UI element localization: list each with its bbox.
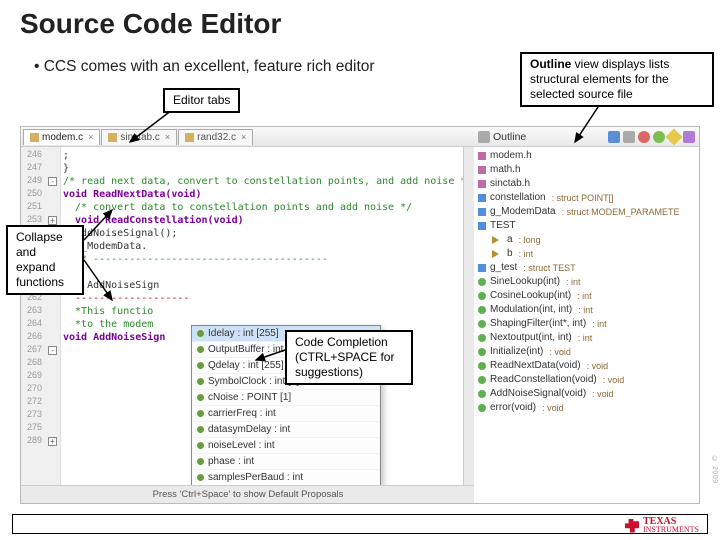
outline-item[interactable]: SineLookup(int): int	[478, 275, 697, 289]
editor-hint-bar: Press 'Ctrl+Space' to show Default Propo…	[21, 485, 475, 503]
outline-kind-icon	[478, 320, 486, 328]
outline-header: Outline	[474, 127, 699, 147]
completion-item[interactable]: cNoise : POINT [1]	[192, 390, 380, 406]
editor-tabs: modem.c×sinctab.c×rand32.c×	[21, 127, 475, 147]
c-file-icon	[30, 133, 39, 142]
member-icon	[197, 362, 204, 369]
c-file-icon	[185, 133, 194, 142]
close-icon[interactable]: ×	[241, 132, 246, 142]
member-icon	[197, 474, 204, 481]
outline-hide-static-icon[interactable]	[653, 131, 665, 143]
screenshot-stage: modem.c×sinctab.c×rand32.c× 246247249-25…	[20, 126, 700, 504]
outline-sort-icon[interactable]	[608, 131, 620, 143]
outline-kind-icon	[478, 292, 486, 300]
outline-link-icon[interactable]	[683, 131, 695, 143]
completion-item[interactable]: carrierFreq : int	[192, 406, 380, 422]
outline-filter-icon[interactable]	[623, 131, 635, 143]
member-icon	[197, 394, 204, 401]
completion-item[interactable]: samplesPerBaud : int	[192, 470, 380, 486]
outline-title: Outline	[478, 131, 604, 143]
outline-item[interactable]: a: long	[478, 233, 697, 247]
outline-item[interactable]: AddNoiseSignal(void): void	[478, 387, 697, 401]
outline-item[interactable]: Modulation(int, int): int	[478, 303, 697, 317]
outline-item[interactable]: g_test: struct TEST	[478, 261, 697, 275]
outline-hide-fields-icon[interactable]	[638, 131, 650, 143]
editor-tab[interactable]: modem.c×	[23, 129, 100, 145]
outline-kind-icon	[478, 222, 486, 230]
callout-outline-view: Outline view displays lists structural e…	[520, 52, 714, 107]
outline-item[interactable]: TEST	[478, 219, 697, 233]
fold-toggle[interactable]: -	[48, 346, 57, 355]
fold-toggle[interactable]: -	[48, 177, 57, 186]
editor-tab[interactable]: rand32.c×	[178, 129, 253, 145]
outline-toolbar[interactable]	[608, 131, 695, 143]
member-icon	[197, 426, 204, 433]
outline-kind-icon	[478, 180, 486, 188]
callout-collapse: Collapse and expand functions	[6, 225, 84, 295]
slide-bullet: • CCS comes with an excellent, feature r…	[34, 58, 375, 76]
footer-bar: TEXAS INSTRUMENTS	[12, 514, 708, 534]
outline-kind-icon	[478, 152, 486, 160]
outline-kind-icon	[478, 404, 486, 412]
callout-editor-tabs: Editor tabs	[163, 88, 240, 113]
completion-item[interactable]: datasymDelay : int	[192, 422, 380, 438]
member-icon	[197, 410, 204, 417]
outline-icon	[478, 131, 490, 143]
outline-kind-icon	[478, 264, 486, 272]
outline-kind-icon	[492, 250, 503, 258]
outline-item[interactable]: Nextoutput(int, int): int	[478, 331, 697, 345]
outline-hide-nonpublic-icon[interactable]	[666, 128, 683, 145]
member-icon	[197, 442, 204, 449]
completion-item[interactable]: phase : int	[192, 454, 380, 470]
fold-toggle[interactable]: +	[48, 216, 57, 225]
c-file-icon	[108, 133, 117, 142]
outline-item[interactable]: constellation: struct POINT[]	[478, 191, 697, 205]
outline-kind-icon	[478, 362, 486, 370]
callout-code-completion: Code Completion (CTRL+SPACE for suggesti…	[285, 330, 413, 385]
member-icon	[197, 378, 204, 385]
fold-toggle[interactable]: +	[48, 437, 57, 446]
close-icon[interactable]: ×	[165, 132, 170, 142]
slide-title: Source Code Editor	[20, 8, 281, 40]
ti-logo: TEXAS INSTRUMENTS	[625, 517, 699, 534]
outline-item[interactable]: ReadNextData(void): void	[478, 359, 697, 373]
outline-item[interactable]: error(void): void	[478, 401, 697, 415]
editor-tab[interactable]: sinctab.c×	[101, 129, 177, 145]
outline-kind-icon	[478, 278, 486, 286]
outline-pane: Outline modem.hmath.hsinctab.hconstellat…	[474, 127, 699, 503]
outline-list[interactable]: modem.hmath.hsinctab.hconstellation: str…	[474, 147, 699, 417]
editor-pane: modem.c×sinctab.c×rand32.c× 246247249-25…	[21, 127, 476, 503]
outline-kind-icon	[478, 390, 486, 398]
member-icon	[197, 346, 204, 353]
outline-kind-icon	[478, 306, 486, 314]
outline-item[interactable]: Initialize(int): void	[478, 345, 697, 359]
ti-chip-icon	[625, 519, 639, 533]
outline-item[interactable]: g_ModemData: struct MODEM_PARAMETE	[478, 205, 697, 219]
outline-kind-icon	[478, 376, 486, 384]
close-icon[interactable]: ×	[88, 132, 93, 142]
outline-kind-icon	[478, 348, 486, 356]
outline-item[interactable]: math.h	[478, 163, 697, 177]
outline-kind-icon	[478, 194, 486, 202]
member-icon	[197, 458, 204, 465]
outline-item[interactable]: modem.h	[478, 149, 697, 163]
line-gutter: 246247249-250251253+25425525825926126226…	[21, 147, 61, 485]
completion-item[interactable]: noiseLevel : int	[192, 438, 380, 454]
outline-item[interactable]: ShapingFilter(int*, int): int	[478, 317, 697, 331]
outline-item[interactable]: sinctab.h	[478, 177, 697, 191]
outline-kind-icon	[478, 208, 486, 216]
outline-kind-icon	[478, 334, 486, 342]
outline-item[interactable]: CosineLookup(int): int	[478, 289, 697, 303]
outline-kind-icon	[492, 236, 503, 244]
outline-item[interactable]: ReadConstellation(void): void	[478, 373, 697, 387]
watermark: © 2009	[711, 456, 718, 484]
outline-kind-icon	[478, 166, 486, 174]
outline-item[interactable]: b: int	[478, 247, 697, 261]
member-icon	[197, 330, 204, 337]
